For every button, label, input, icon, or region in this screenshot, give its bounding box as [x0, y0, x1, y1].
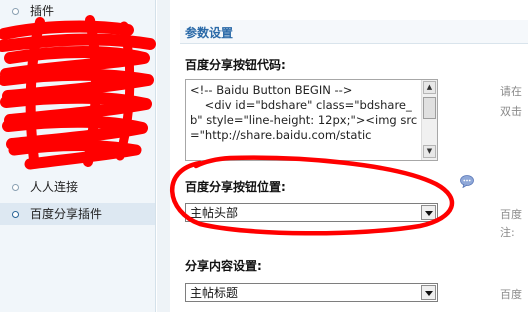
sidebar-item-baidu-share-plugin[interactable]: 百度分享插件 [0, 203, 155, 225]
sidebar: 插件 人人连接 百度分享插件 [0, 0, 156, 312]
redaction-scribble [0, 15, 156, 170]
sidebar-item-label: 人人连接 [30, 180, 79, 194]
speech-bubble-help-icon[interactable] [460, 175, 474, 188]
sidebar-item-label: 百度分享插件 [30, 207, 103, 221]
share-content-select[interactable]: 主帖标题 [185, 283, 438, 302]
position-field-label: 百度分享按钮位置: [185, 180, 286, 194]
bullet-icon [12, 8, 19, 15]
main-panel: 参数设置 百度分享按钮代码: <!-- Baidu Button BEGIN -… [157, 0, 528, 312]
scroll-up-icon[interactable]: ▲ [423, 81, 436, 94]
content-field-label: 分享内容设置: [185, 259, 262, 273]
section-title: 参数设置 [185, 26, 234, 40]
chevron-down-icon[interactable] [421, 205, 436, 220]
share-code-text: <!-- Baidu Button BEGIN --> <div id="bds… [190, 83, 418, 142]
sidebar-item-renren-connect[interactable]: 人人连接 [0, 176, 155, 198]
textarea-scrollbar[interactable]: ▲ ▼ [421, 80, 437, 160]
scroll-down-icon[interactable]: ▼ [423, 145, 436, 158]
code-field-tip-line-2: 双击 [500, 105, 522, 118]
sidebar-item-label: 插件 [30, 4, 55, 18]
position-field-tip-line-1: 百度 [500, 208, 522, 221]
share-position-value: 主帖头部 [190, 206, 239, 220]
content-field-tip-line-1: 百度 [500, 288, 522, 301]
share-content-value: 主帖标题 [190, 286, 239, 300]
share-position-select[interactable]: 主帖头部 [185, 203, 438, 222]
code-field-tip-line-1: 请在 [500, 85, 522, 98]
share-code-textarea[interactable]: <!-- Baidu Button BEGIN --> <div id="bds… [185, 79, 438, 161]
bullet-icon [12, 184, 19, 191]
position-field-tip-line-2: 注: [500, 226, 515, 239]
scroll-thumb[interactable] [423, 97, 436, 119]
chevron-down-icon[interactable] [421, 285, 436, 300]
bullet-icon [12, 211, 19, 218]
code-field-label: 百度分享按钮代码: [185, 58, 286, 72]
sidebar-item-plugins[interactable]: 插件 [0, 0, 155, 22]
